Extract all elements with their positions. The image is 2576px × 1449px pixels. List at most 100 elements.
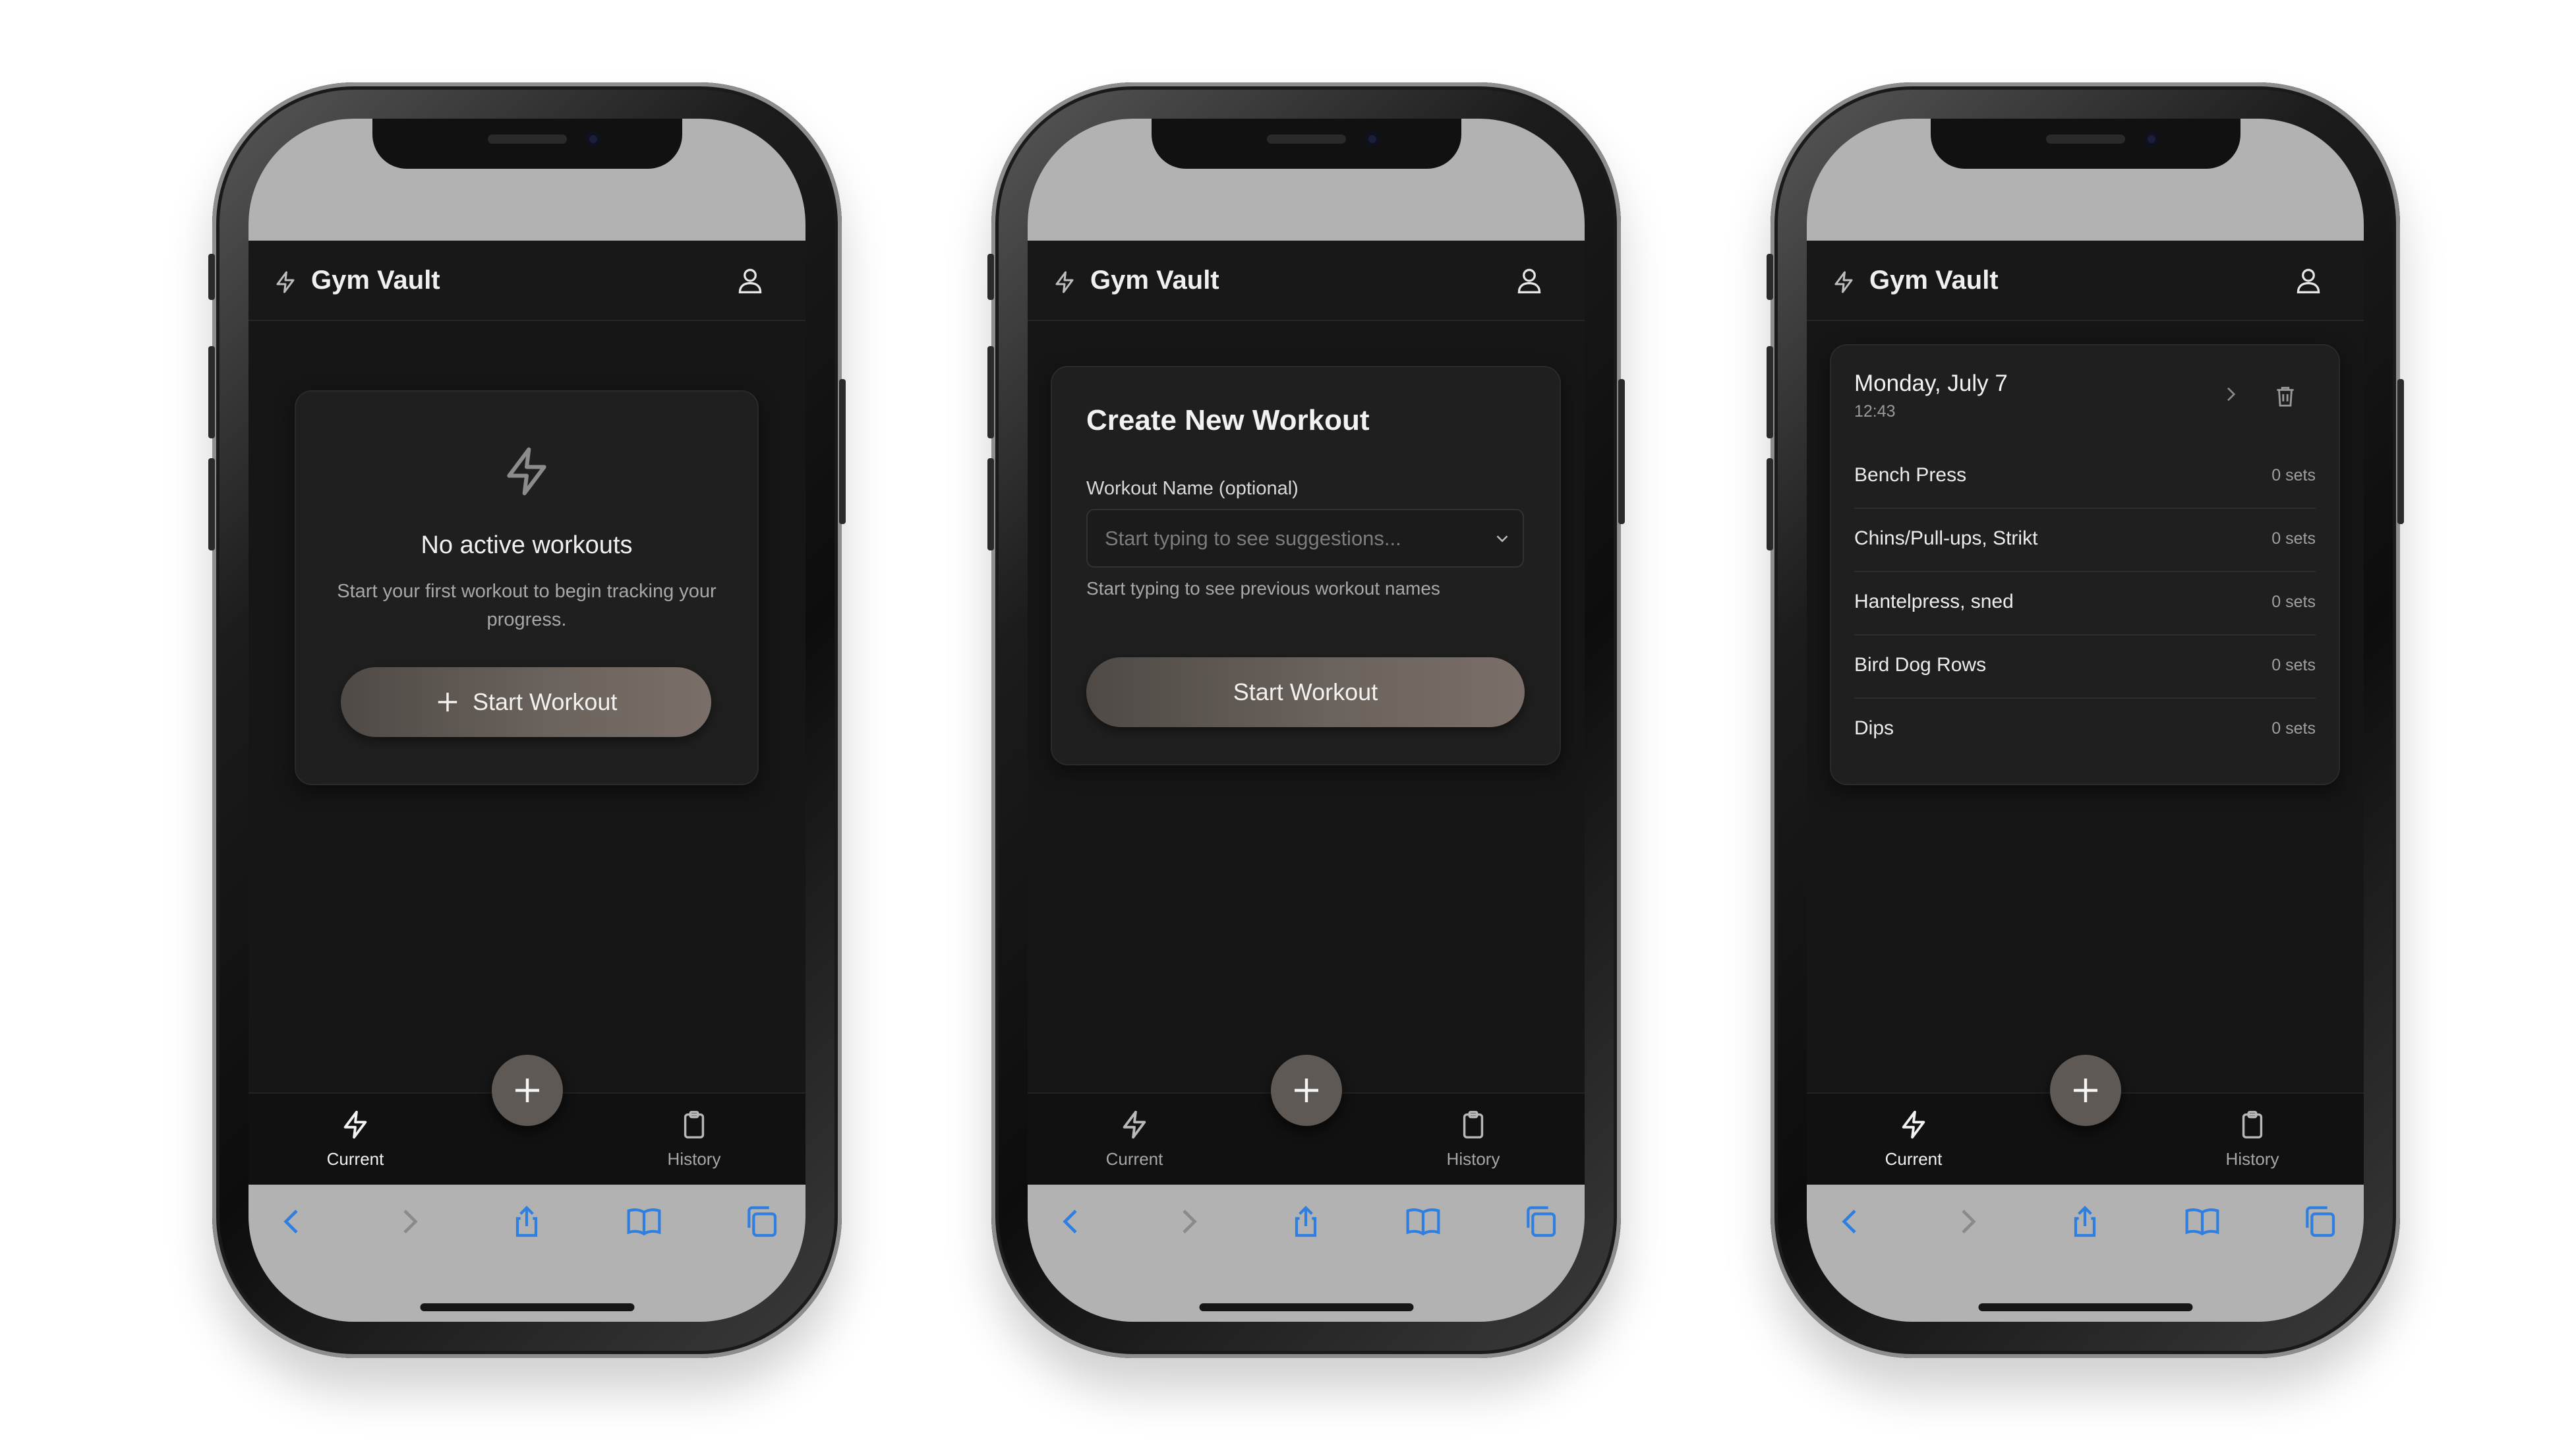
speaker xyxy=(487,134,567,144)
share-icon[interactable] xyxy=(508,1203,545,1240)
mute-switch xyxy=(1767,254,1773,300)
lightning-bolt-icon xyxy=(343,1110,367,1139)
tab-history-label: History xyxy=(667,1149,721,1169)
empty-state-description: Start your first workout to begin tracki… xyxy=(337,581,717,630)
plus-icon xyxy=(438,692,457,712)
notch xyxy=(1151,119,1461,169)
user-icon[interactable] xyxy=(2294,264,2323,296)
clipboard-icon xyxy=(684,1111,705,1138)
app-title: Gym Vault xyxy=(1090,266,1219,295)
mute-switch xyxy=(208,254,215,300)
bookmarks-icon[interactable] xyxy=(626,1203,662,1240)
exercise-sets: 0 sets xyxy=(2271,656,2316,674)
notch xyxy=(372,119,682,169)
power-button xyxy=(839,379,846,524)
back-icon[interactable] xyxy=(1053,1203,1090,1240)
screen: Gym Vault Monday, July 7 12:43 Bench Pre… xyxy=(1807,119,2364,1322)
start-workout-button[interactable]: Start Workout xyxy=(341,667,711,737)
forward-icon[interactable] xyxy=(391,1203,428,1240)
lightning-bolt-icon xyxy=(276,271,295,293)
exercise-row[interactable]: Bird Dog Rows 0 sets xyxy=(1854,634,2316,699)
forward-icon[interactable] xyxy=(1949,1203,1986,1240)
plus-icon xyxy=(515,1079,539,1102)
lightning-bolt-icon xyxy=(507,447,546,496)
bookmarks-icon[interactable] xyxy=(1405,1203,1442,1240)
back-icon[interactable] xyxy=(274,1203,310,1240)
exercise-name: Bench Press xyxy=(1854,464,1967,486)
safari-toolbar xyxy=(1807,1185,2364,1322)
volume-down-button xyxy=(1767,458,1773,550)
empty-state-title: No active workouts xyxy=(421,531,633,559)
exercise-sets: 0 sets xyxy=(2271,719,2316,738)
user-icon[interactable] xyxy=(736,264,765,296)
app-header: Gym Vault xyxy=(1807,241,2364,321)
exercise-row[interactable]: Hantelpress, sned 0 sets xyxy=(1854,571,2316,636)
exercise-row[interactable]: Chins/Pull-ups, Strikt 0 sets xyxy=(1854,508,2316,572)
tab-current-label: Current xyxy=(326,1149,384,1169)
chevron-right-icon[interactable] xyxy=(2220,384,2241,405)
status-bar xyxy=(1028,119,1585,241)
front-camera xyxy=(1364,132,1380,146)
tab-history[interactable]: History xyxy=(2186,1108,2318,1169)
home-indicator xyxy=(1978,1303,2192,1311)
tab-current[interactable]: Current xyxy=(289,1108,421,1169)
app-title: Gym Vault xyxy=(1869,266,1999,295)
volume-down-button xyxy=(208,458,215,550)
user-icon[interactable] xyxy=(1515,264,1544,296)
bookmarks-icon[interactable] xyxy=(2184,1203,2221,1240)
tabs-icon[interactable] xyxy=(1522,1203,1559,1240)
power-button xyxy=(2397,379,2404,524)
exercise-row[interactable]: Bench Press 0 sets xyxy=(1854,444,2316,509)
exercise-sets: 0 sets xyxy=(2271,593,2316,611)
safari-toolbar xyxy=(1028,1185,1585,1322)
lightning-bolt-icon xyxy=(1902,1110,1925,1139)
add-workout-fab[interactable] xyxy=(491,1055,563,1126)
notch xyxy=(1930,119,2240,169)
add-workout-fab[interactable] xyxy=(2049,1055,2121,1126)
share-icon[interactable] xyxy=(1287,1203,1324,1240)
tab-history[interactable]: History xyxy=(1407,1108,1539,1169)
screen: Gym Vault Create New Workout Workout Nam… xyxy=(1028,119,1585,1322)
clipboard-icon xyxy=(2242,1111,2263,1138)
tabs-icon[interactable] xyxy=(743,1203,780,1240)
volume-up-button xyxy=(987,346,994,438)
back-icon[interactable] xyxy=(1832,1203,1869,1240)
volume-down-button xyxy=(987,458,994,550)
trash-icon[interactable] xyxy=(2273,384,2298,409)
tab-history-label: History xyxy=(2225,1149,2279,1169)
add-workout-fab[interactable] xyxy=(1270,1055,1342,1126)
app-header: Gym Vault xyxy=(249,241,805,321)
tabs-icon[interactable] xyxy=(2301,1203,2338,1240)
start-workout-button[interactable]: Start Workout xyxy=(1086,657,1525,727)
status-bar xyxy=(1807,119,2364,241)
speaker xyxy=(2045,134,2125,144)
clipboard-icon xyxy=(1463,1111,1484,1138)
forward-icon[interactable] xyxy=(1170,1203,1207,1240)
front-camera xyxy=(585,132,600,146)
exercise-row[interactable]: Dips 0 sets xyxy=(1854,697,2316,761)
tab-current[interactable]: Current xyxy=(1848,1108,1979,1169)
main-content: Monday, July 7 12:43 Bench Press 0 sets … xyxy=(1807,321,2364,1092)
share-icon[interactable] xyxy=(2066,1203,2103,1240)
create-workout-card: Create New Workout Workout Name (optiona… xyxy=(1051,366,1561,765)
tab-history-label: History xyxy=(1446,1149,1500,1169)
exercise-name: Hantelpress, sned xyxy=(1854,591,2014,612)
safari-toolbar xyxy=(249,1185,805,1322)
empty-state-card: No active workouts Start your first work… xyxy=(295,390,759,785)
tab-current-label: Current xyxy=(1105,1149,1163,1169)
start-workout-label: Start Workout xyxy=(473,688,618,715)
workout-name-label: Workout Name (optional) xyxy=(1086,478,1299,499)
workout-name-input[interactable]: Start typing to see suggestions... xyxy=(1086,509,1524,568)
workout-name-hint: Start typing to see previous workout nam… xyxy=(1086,578,1440,599)
phone-frame-1: Gym Vault No active workouts Start your … xyxy=(208,82,846,1358)
tab-current[interactable]: Current xyxy=(1068,1108,1200,1169)
workout-card[interactable]: Monday, July 7 12:43 Bench Press 0 sets … xyxy=(1830,344,2340,785)
phone-frame-2: Gym Vault Create New Workout Workout Nam… xyxy=(987,82,1625,1358)
exercise-name: Bird Dog Rows xyxy=(1854,654,1987,676)
volume-up-button xyxy=(1767,346,1773,438)
workout-name-placeholder: Start typing to see suggestions... xyxy=(1105,527,1401,550)
speaker xyxy=(1266,134,1346,144)
exercise-name: Chins/Pull-ups, Strikt xyxy=(1854,527,2038,549)
home-indicator xyxy=(1199,1303,1413,1311)
tab-history[interactable]: History xyxy=(628,1108,760,1169)
